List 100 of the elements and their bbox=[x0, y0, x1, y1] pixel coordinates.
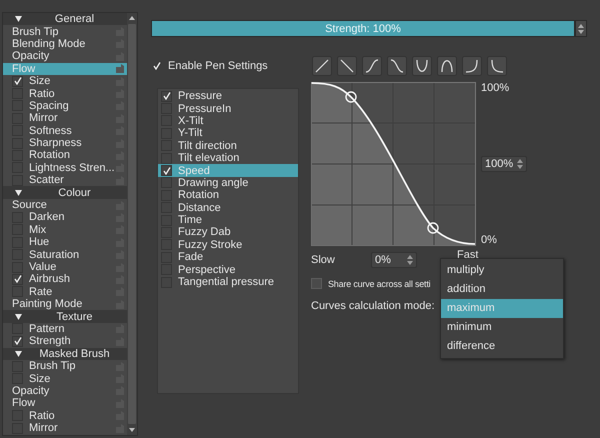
option-label: Pattern bbox=[29, 322, 66, 335]
sensor-item[interactable]: Fuzzy Dab bbox=[158, 226, 298, 239]
field-label: Curves calculation mode: bbox=[311, 300, 435, 312]
sensor-item[interactable]: X-Tilt bbox=[158, 114, 298, 128]
min-value-spinbox[interactable]: 0% bbox=[371, 252, 417, 268]
scrollbar[interactable] bbox=[127, 13, 137, 435]
sensor-label: PressureIn bbox=[178, 102, 232, 115]
option-item[interactable]: Size bbox=[3, 74, 127, 88]
option-item[interactable]: Brush Tip bbox=[3, 25, 127, 38]
checkbox[interactable] bbox=[12, 274, 23, 285]
option-item[interactable]: Value bbox=[3, 260, 127, 274]
option-item[interactable]: Mirror bbox=[3, 422, 127, 434]
scroll-down-icon[interactable] bbox=[128, 427, 136, 433]
sensor-label: Fuzzy Stroke bbox=[178, 238, 242, 251]
option-item[interactable]: Flow bbox=[3, 397, 127, 410]
curve-preset-button[interactable] bbox=[487, 56, 507, 76]
sensor-item[interactable]: Rotation bbox=[158, 189, 298, 202]
option-item[interactable]: Blending Mode bbox=[3, 38, 127, 50]
option-item[interactable]: Spacing bbox=[3, 100, 127, 112]
section-title: Colour bbox=[57, 186, 92, 199]
sensor-item[interactable]: PressureIn bbox=[158, 102, 298, 115]
option-label: Darken bbox=[29, 211, 66, 224]
option-item[interactable]: Ratio bbox=[3, 87, 127, 100]
share-curve-checkbox[interactable]: Share curve across all setti bbox=[311, 278, 430, 289]
sensor-item[interactable]: Perspective bbox=[158, 263, 298, 276]
sensor-item[interactable]: Fuzzy Stroke bbox=[158, 238, 298, 252]
section-header[interactable]: Texture bbox=[3, 310, 127, 323]
checkbox[interactable] bbox=[161, 90, 172, 102]
checkbox[interactable] bbox=[161, 152, 172, 164]
option-item[interactable]: Painting Mode bbox=[3, 298, 127, 310]
option-item[interactable]: Opacity bbox=[3, 50, 127, 63]
sensor-item[interactable]: Drawing angle bbox=[158, 176, 298, 190]
curve-preset-button[interactable] bbox=[337, 56, 357, 76]
option-item[interactable]: Saturation bbox=[3, 248, 127, 261]
option-label: Saturation bbox=[29, 248, 80, 261]
option-label: Ratio bbox=[29, 410, 56, 422]
option-item[interactable]: Rate bbox=[3, 286, 127, 298]
checkbox[interactable] bbox=[311, 278, 322, 289]
menu-item[interactable]: addition bbox=[441, 280, 563, 299]
section-header[interactable]: General bbox=[3, 13, 127, 26]
checkbox[interactable] bbox=[12, 422, 23, 434]
scroll-up-icon[interactable] bbox=[128, 15, 136, 21]
menu-item[interactable]: minimum bbox=[441, 318, 563, 337]
section-header[interactable]: Colour bbox=[3, 186, 127, 199]
option-item[interactable]: Mirror bbox=[3, 112, 127, 125]
option-label: Strength bbox=[29, 335, 72, 348]
menu-item[interactable]: difference bbox=[441, 337, 563, 356]
option-item[interactable]: Rotation bbox=[3, 149, 127, 162]
sensor-item[interactable]: Tilt direction bbox=[158, 140, 298, 152]
option-label: Source bbox=[12, 199, 48, 212]
sensor-label: Drawing angle bbox=[178, 176, 248, 189]
checkbox[interactable] bbox=[161, 165, 172, 176]
checkbox[interactable] bbox=[12, 336, 23, 347]
option-item[interactable]: Softness bbox=[3, 124, 127, 137]
curve-preset-button[interactable] bbox=[387, 56, 407, 76]
enable-pen-settings-checkbox[interactable]: Enable Pen Settings bbox=[151, 60, 312, 72]
option-item[interactable]: Scatter bbox=[3, 174, 127, 186]
option-item[interactable]: Size bbox=[3, 372, 127, 385]
option-item[interactable]: Airbrush bbox=[3, 273, 127, 286]
checkbox[interactable] bbox=[161, 177, 172, 188]
sensor-item[interactable]: Distance bbox=[158, 202, 298, 214]
menu-item[interactable]: multiply bbox=[441, 261, 563, 280]
sensor-item[interactable]: Time bbox=[158, 214, 298, 226]
section-header[interactable]: Masked Brush bbox=[3, 348, 127, 360]
spin-arrows-icon[interactable] bbox=[406, 254, 414, 266]
curve-preset-button[interactable] bbox=[412, 56, 432, 76]
sensor-label: Rotation bbox=[178, 189, 219, 202]
option-item[interactable]: Strength bbox=[3, 335, 127, 348]
curve-preset-button[interactable] bbox=[312, 56, 332, 76]
option-item[interactable]: Lightness Stren... bbox=[3, 162, 127, 174]
sensor-label: Tilt elevation bbox=[178, 152, 240, 164]
option-item[interactable]: Darken bbox=[3, 211, 127, 224]
option-item[interactable]: Sharpness bbox=[3, 136, 127, 150]
option-item[interactable]: Opacity bbox=[3, 384, 127, 398]
curve-preset-button[interactable] bbox=[462, 56, 482, 76]
sensor-item[interactable]: Fade bbox=[158, 251, 298, 264]
sensor-label: Speed bbox=[178, 164, 210, 177]
option-label: Size bbox=[29, 75, 52, 88]
option-item[interactable]: Source bbox=[3, 198, 127, 212]
option-label: Flow bbox=[12, 397, 36, 410]
checkbox[interactable] bbox=[12, 76, 23, 87]
sensor-item[interactable]: Tangential pressure bbox=[158, 276, 298, 288]
collapse-triangle-icon bbox=[15, 190, 22, 196]
curve-preset-button[interactable] bbox=[437, 56, 457, 76]
option-label: Hue bbox=[29, 236, 50, 248]
option-item[interactable]: Ratio bbox=[3, 410, 127, 422]
sensor-item[interactable]: Tilt elevation bbox=[158, 152, 298, 164]
curve-preset-button[interactable] bbox=[362, 56, 382, 76]
option-item[interactable]: Mix bbox=[3, 224, 127, 236]
option-item[interactable]: Hue bbox=[3, 236, 127, 248]
sensor-item[interactable]: Pressure bbox=[158, 90, 298, 102]
checkbox-label: Enable Pen Settings bbox=[168, 60, 268, 72]
option-item[interactable]: Pattern bbox=[3, 322, 127, 336]
value-spinbox[interactable]: 100% bbox=[481, 156, 527, 172]
curve-editor-drawing[interactable] bbox=[311, 82, 476, 246]
spin-arrows-icon[interactable] bbox=[575, 20, 587, 37]
option-label: Softness bbox=[29, 124, 73, 137]
sensor-item[interactable]: Y-Tilt bbox=[158, 127, 298, 140]
option-item[interactable]: Brush Tip bbox=[3, 360, 127, 372]
spin-arrows-icon[interactable] bbox=[516, 158, 524, 170]
